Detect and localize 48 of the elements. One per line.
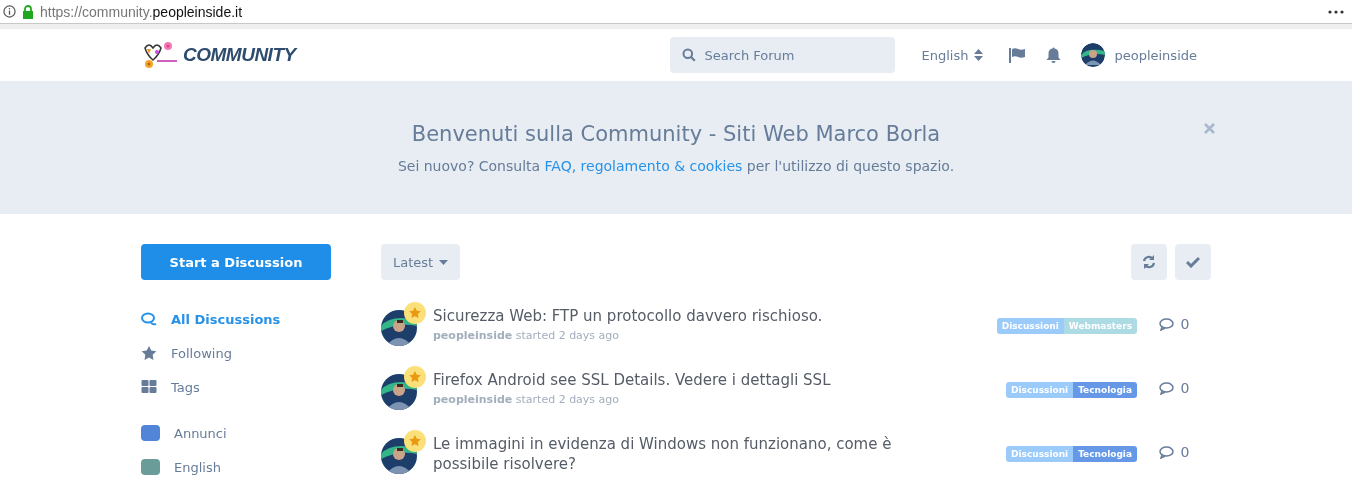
discussion-title[interactable]: Sicurezza Web: FTP un protocollo davvero rischioso.: [433, 306, 953, 326]
mark-read-button[interactable]: [1175, 244, 1211, 280]
tag-label[interactable]: Tecnologia: [1073, 446, 1137, 462]
discussion-title[interactable]: Le immagini in evidenza di Windows non funzionano, come è possibile risolvere?: [433, 434, 953, 474]
search-field[interactable]: Search Forum: [670, 37, 896, 73]
reply-count: 0: [1180, 316, 1190, 332]
more-icon[interactable]: [1328, 9, 1344, 14]
info-icon: [3, 5, 16, 18]
comment-icon: [1158, 445, 1174, 459]
address-url[interactable]: https://community.peopleinside.it: [40, 3, 243, 20]
discussion-meta: started 2 days ago: [515, 393, 620, 406]
star-badge-icon: [404, 366, 426, 388]
bell-icon[interactable]: [1046, 47, 1062, 63]
nav-item[interactable]: Tags: [141, 370, 381, 404]
star-icon: [141, 346, 157, 360]
caret-icon: [439, 259, 449, 265]
sort-icon: [974, 49, 984, 61]
logo-text[interactable]: COMMUNITY: [183, 44, 296, 66]
tag-label[interactable]: Tecnologia: [1073, 382, 1137, 398]
rules-link[interactable]: FAQ, regolamento & cookies: [544, 157, 743, 174]
nav-item[interactable]: All Discussions: [141, 302, 381, 336]
discussion-title[interactable]: Firefox Android see SSL Details. Vedere i dettagli SSL: [433, 370, 953, 390]
tag-item[interactable]: English: [141, 450, 381, 484]
comment-icon: [1158, 381, 1174, 395]
username[interactable]: peopleinside: [1114, 47, 1197, 63]
refresh-icon: [1142, 255, 1156, 269]
refresh-button[interactable]: [1131, 244, 1167, 280]
reply-count: 0: [1180, 444, 1190, 460]
search-icon: [682, 48, 697, 62]
check-icon: [1186, 256, 1200, 268]
chat-icon: [141, 312, 157, 326]
star-badge-icon: [404, 302, 426, 324]
flag-icon[interactable]: [1009, 47, 1027, 63]
tag-item[interactable]: Annunci: [141, 416, 381, 450]
language-dropdown[interactable]: English: [915, 47, 990, 63]
user-avatar[interactable]: [1081, 43, 1106, 67]
author-name[interactable]: peopleinside: [433, 329, 513, 342]
star-badge-icon: [404, 430, 426, 452]
start-discussion-button[interactable]: Start a Discussion: [141, 244, 331, 280]
comment-icon: [1158, 317, 1174, 331]
discussion-meta: started 2 days ago: [515, 329, 620, 342]
sort-dropdown[interactable]: Latest: [381, 244, 461, 280]
grid-icon: [141, 380, 157, 394]
author-name[interactable]: peopleinside: [433, 393, 513, 406]
reply-count: 0: [1180, 380, 1190, 396]
nav-item[interactable]: Following: [141, 336, 381, 370]
hero-text: Sei nuovo? Consulta FAQ, regolamento & cookies per l'utilizzo di questo spazio.: [397, 157, 955, 174]
hero-title: Benvenuti sulla Community - Siti Web Marco Borla: [411, 121, 941, 146]
